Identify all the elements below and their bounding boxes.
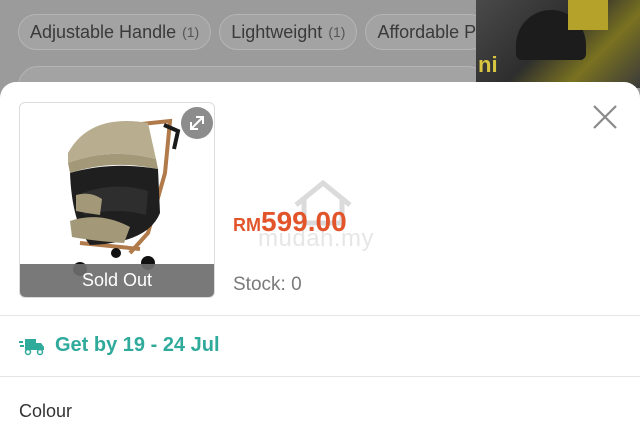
thumbnail-text: ni bbox=[478, 52, 498, 77]
divider bbox=[0, 376, 640, 377]
product-options-sheet: Sold Out mudah.my RM599.00 Stock: 0 Get … bbox=[0, 82, 640, 442]
filter-chip-count: (1) bbox=[182, 24, 200, 40]
stock-count: Stock: 0 bbox=[233, 274, 302, 295]
filter-chip-label: Lightweight bbox=[231, 21, 323, 42]
product-price: RM599.00 bbox=[233, 206, 347, 238]
divider bbox=[0, 315, 640, 316]
product-image[interactable]: Sold Out bbox=[19, 102, 215, 298]
filter-chip[interactable]: Affordable P bbox=[365, 14, 489, 50]
background-product-thumbnail: ni bbox=[476, 0, 640, 88]
price-amount: 599.00 bbox=[261, 206, 347, 237]
delivery-truck-icon bbox=[19, 338, 44, 355]
expand-icon bbox=[190, 116, 204, 130]
filter-chip-label: Adjustable Handle bbox=[30, 21, 177, 42]
filter-chip-label: Affordable P bbox=[377, 21, 477, 42]
filter-chip[interactable]: Adjustable Handle (1) bbox=[18, 14, 212, 50]
expand-image-button[interactable] bbox=[181, 107, 213, 139]
filter-chip-row: Adjustable Handle (1) Lightweight (1) Af… bbox=[18, 14, 489, 50]
sold-out-overlay: Sold Out bbox=[20, 264, 214, 297]
filter-chip-count: (1) bbox=[328, 24, 346, 40]
close-icon bbox=[593, 105, 617, 129]
price-currency: RM bbox=[233, 215, 261, 235]
colour-label: Colour bbox=[19, 401, 73, 421]
delivery-estimate: Get by 19 - 24 Jul bbox=[19, 334, 220, 357]
delivery-text: Get by 19 - 24 Jul bbox=[55, 334, 220, 356]
close-button[interactable] bbox=[590, 102, 620, 132]
filter-chip[interactable]: Lightweight (1) bbox=[219, 14, 358, 50]
